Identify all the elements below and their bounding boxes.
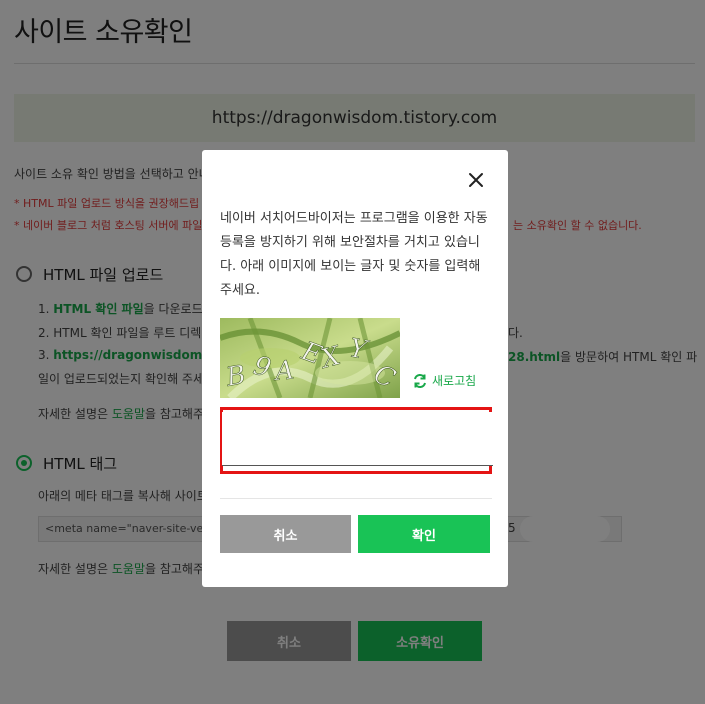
modal-confirm-button[interactable]: 확인: [358, 515, 490, 553]
modal-divider: [220, 498, 492, 499]
close-icon[interactable]: [466, 170, 486, 190]
modal-cancel-button[interactable]: 취소: [220, 515, 351, 553]
captcha-description: 네이버 서치어드바이저는 프로그램을 이용한 자동등록을 방지하기 위해 보안절…: [220, 211, 488, 298]
refresh-label[interactable]: 새로고침: [432, 372, 476, 389]
captcha-modal: 네이버 서치어드바이저는 프로그램을 이용한 자동등록을 방지하기 위해 보안절…: [202, 150, 508, 587]
captcha-image: B9AEX YC: [220, 318, 400, 398]
refresh-icon: [414, 373, 426, 388]
refresh-button[interactable]: 새로고침: [412, 372, 476, 389]
captcha-input[interactable]: [222, 412, 493, 466]
